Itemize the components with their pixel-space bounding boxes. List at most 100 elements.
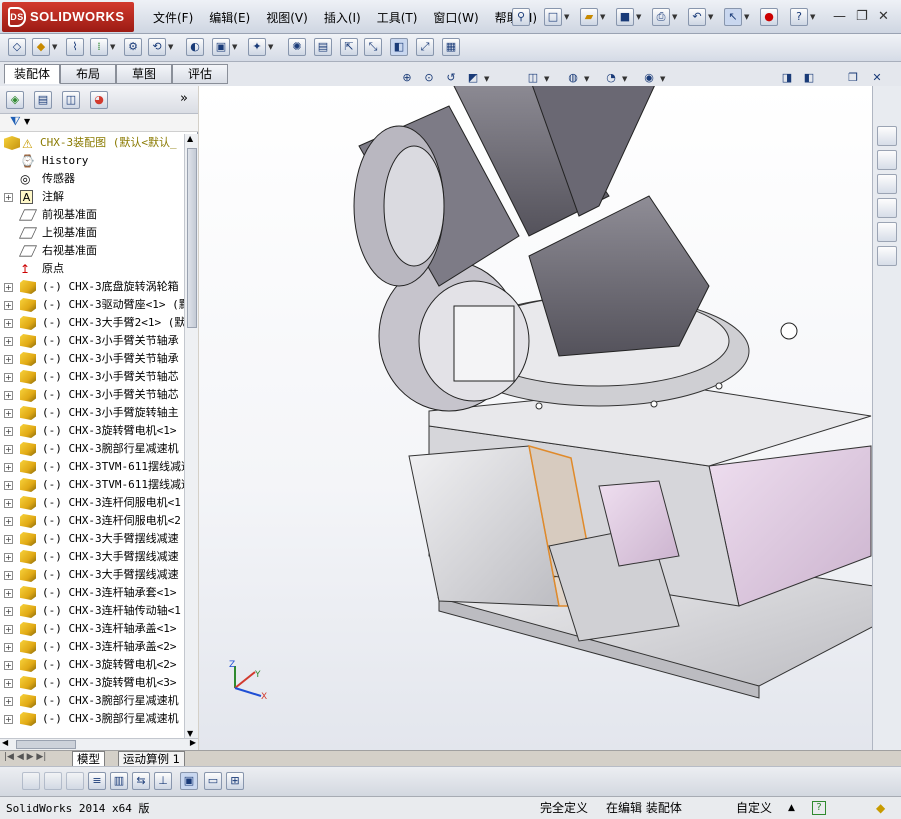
menu-window[interactable]: 窗口(W) xyxy=(425,9,486,26)
expand-plus-icon[interactable]: + xyxy=(4,373,13,382)
move-dropdown-chevron-icon[interactable]: ▼ xyxy=(168,38,175,56)
undo-icon[interactable]: ↶ xyxy=(688,8,706,26)
tree-item[interactable]: + (-) CHX-3连杆轴承盖<2> xyxy=(0,638,184,656)
restore-icon[interactable]: ❐ xyxy=(856,9,868,24)
view-palette-icon[interactable] xyxy=(877,198,897,218)
bottom-tool-4-icon[interactable]: ≡ xyxy=(88,772,106,790)
tree-item[interactable]: 前视基准面 xyxy=(0,206,184,224)
tab-sketch[interactable]: 草图 xyxy=(116,64,172,84)
expand-plus-icon[interactable]: + xyxy=(4,517,13,526)
solidworks-logo[interactable]: DS SOLIDWORKS xyxy=(2,2,134,32)
units-dropdown-chevron-icon[interactable]: ▲ xyxy=(788,800,795,817)
filter-funnel-icon[interactable]: ⧨ xyxy=(10,114,21,129)
horizontal-scroll-thumb[interactable] xyxy=(16,740,76,749)
display-style-icon[interactable]: ◍ xyxy=(564,70,582,88)
expand-plus-icon[interactable]: + xyxy=(4,337,13,346)
section-view-icon[interactable]: ◩ xyxy=(464,70,482,88)
expand-plus-icon[interactable]: + xyxy=(4,301,13,310)
tree-item[interactable]: + (-) CHX-3小手臂关节轴承 xyxy=(0,350,184,368)
menu-edit[interactable]: 编辑(E) xyxy=(201,9,258,26)
expand-plus-icon[interactable]: + xyxy=(4,499,13,508)
bottom-tool-1-icon[interactable] xyxy=(22,772,40,790)
tree-item[interactable]: + (-) CHX-3小手臂关节轴承 xyxy=(0,332,184,350)
tab-assembly[interactable]: 装配体 xyxy=(4,64,60,84)
tree-item[interactable]: ⌚ History xyxy=(0,152,184,170)
tree-item[interactable]: + A 注解 xyxy=(0,188,184,206)
interference-detection-icon[interactable]: ◧ xyxy=(390,38,408,56)
assembly-features-icon[interactable]: ▣ xyxy=(212,38,230,56)
mate-paperclip-icon[interactable]: ⌇ xyxy=(66,38,84,56)
bottom-tool-6-icon[interactable]: ⇆ xyxy=(132,772,150,790)
tree-item[interactable]: + (-) CHX-3大手臂2<1> (默 xyxy=(0,314,184,332)
section-dropdown-chevron-icon[interactable]: ▼ xyxy=(484,70,491,88)
scroll-down-icon[interactable]: ▼ xyxy=(187,729,193,738)
save-icon[interactable]: ■ xyxy=(616,8,634,26)
open-dropdown-chevron-icon[interactable]: ▼ xyxy=(600,8,607,26)
bottom-tool-5-icon[interactable]: ▥ xyxy=(110,772,128,790)
expand-plus-icon[interactable]: + xyxy=(4,391,13,400)
tree-root-assembly[interactable]: ⚠ CHX-3装配图 (默认<默认_ xyxy=(0,134,184,152)
tree-item[interactable]: + (-) CHX-3大手臂摆线减速 xyxy=(0,566,184,584)
menu-file[interactable]: 文件(F) xyxy=(145,9,201,26)
tree-item[interactable]: + (-) CHX-3腕部行星减速机 xyxy=(0,440,184,458)
expand-plus-icon[interactable]: + xyxy=(4,589,13,598)
exploded-view-icon[interactable]: ⇱ xyxy=(340,38,358,56)
expand-plus-icon[interactable]: + xyxy=(4,679,13,688)
hide-show-items-icon[interactable]: ◔ xyxy=(602,70,620,88)
tree-item[interactable]: + (-) CHX-3驱动臂座<1> (默 xyxy=(0,296,184,314)
help-dropdown-chevron-icon[interactable]: ▼ xyxy=(810,8,817,26)
tree-item[interactable]: + (-) CHX-3大手臂摆线减速 xyxy=(0,530,184,548)
file-explorer-icon[interactable] xyxy=(877,174,897,194)
select-dropdown-chevron-icon[interactable]: ▼ xyxy=(744,8,751,26)
tab-nav-first-icon[interactable]: |◀ ◀ ▶ ▶| xyxy=(4,752,46,762)
assembly-features-dropdown-chevron-icon[interactable]: ▼ xyxy=(232,38,239,56)
tree-item[interactable]: + (-) CHX-3连杆轴承盖<1> xyxy=(0,620,184,638)
new-document-icon[interactable]: □ xyxy=(544,8,562,26)
tree-item[interactable]: + (-) CHX-3连杆伺服电机<2 xyxy=(0,512,184,530)
feature-manager-tree-icon[interactable]: ◈ xyxy=(6,91,24,109)
tree-item[interactable]: + (-) CHX-3连杆轴传动轴<1 xyxy=(0,602,184,620)
expand-plus-icon[interactable]: + xyxy=(4,697,13,706)
home-icon[interactable] xyxy=(877,126,897,146)
tree-item[interactable]: + (-) CHX-3小手臂关节轴芯 xyxy=(0,386,184,404)
expand-plus-icon[interactable]: + xyxy=(4,715,13,724)
tree-item[interactable]: 右视基准面 xyxy=(0,242,184,260)
orientation-dropdown-chevron-icon[interactable]: ▼ xyxy=(544,70,551,88)
appearance-dropdown-chevron-icon[interactable]: ▼ xyxy=(660,70,667,88)
reference-dropdown-chevron-icon[interactable]: ▼ xyxy=(268,38,275,56)
bill-of-materials-icon[interactable]: ▤ xyxy=(314,38,332,56)
tab-motion-study[interactable]: 运动算例 1 xyxy=(118,751,185,767)
menu-insert[interactable]: 插入(I) xyxy=(316,9,369,26)
status-tag-icon[interactable]: ◆ xyxy=(876,800,885,817)
tree-item[interactable]: + (-) CHX-3腕部行星减速机 xyxy=(0,692,184,710)
smart-fasteners-icon[interactable]: ⚙ xyxy=(124,38,142,56)
tree-item[interactable]: ◎ 传感器 xyxy=(0,170,184,188)
expand-plus-icon[interactable]: + xyxy=(4,355,13,364)
tree-item[interactable]: + (-) CHX-3小手臂关节轴芯 xyxy=(0,368,184,386)
new-dropdown-chevron-icon[interactable]: ▼ xyxy=(564,8,571,26)
print-dropdown-chevron-icon[interactable]: ▼ xyxy=(672,8,679,26)
hide-show-dropdown-chevron-icon[interactable]: ▼ xyxy=(622,70,629,88)
expand-plus-icon[interactable]: + xyxy=(4,409,13,418)
scroll-left-icon[interactable]: ◀ xyxy=(2,738,8,747)
scroll-right-icon[interactable]: ▶ xyxy=(190,738,196,747)
expand-panel-chevron-icon[interactable]: » xyxy=(180,91,188,106)
help-icon[interactable]: ? xyxy=(790,8,808,26)
tab-model[interactable]: 模型 xyxy=(72,751,105,767)
expand-plus-icon[interactable]: + xyxy=(4,283,13,292)
display-manager-icon[interactable]: ◕ xyxy=(90,91,108,109)
tree-item[interactable]: + (-) CHX-3连杆轴承套<1> xyxy=(0,584,184,602)
menu-tools[interactable]: 工具(T) xyxy=(369,9,426,26)
select-cursor-icon[interactable]: ↖ xyxy=(724,8,742,26)
expand-plus-icon[interactable]: + xyxy=(4,643,13,652)
tree-item[interactable]: 上视基准面 xyxy=(0,224,184,242)
tree-horizontal-scrollbar[interactable]: ◀ ▶ xyxy=(0,738,198,750)
display-dropdown-chevron-icon[interactable]: ▼ xyxy=(584,70,591,88)
tree-item[interactable]: + (-) CHX-3TVM-611摆线减速 xyxy=(0,476,184,494)
expand-plus-icon[interactable]: + xyxy=(4,535,13,544)
bottom-tool-2-icon[interactable] xyxy=(44,772,62,790)
expand-plus-icon[interactable]: + xyxy=(4,193,13,202)
expand-plus-icon[interactable]: + xyxy=(4,481,13,490)
view-orientation-icon[interactable]: ◫ xyxy=(524,70,542,88)
expand-plus-icon[interactable]: + xyxy=(4,661,13,670)
